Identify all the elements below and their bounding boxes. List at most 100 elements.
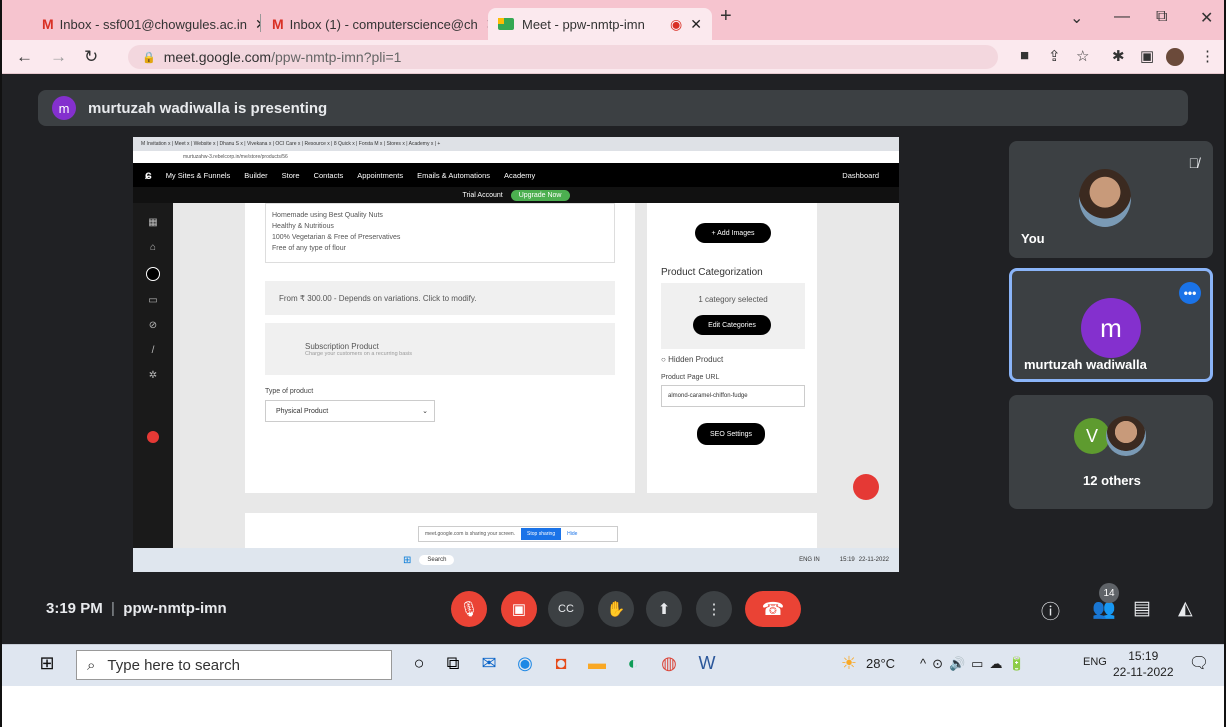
sidepanel-icon[interactable]: ▣ [1140, 47, 1154, 65]
edge-icon[interactable]: ◐ [620, 653, 646, 674]
taskbar-search[interactable]: ⌕ Type here to search [76, 650, 392, 680]
system-tray-icons[interactable]: ^⊙🔊▭☁🔋 [920, 656, 1031, 672]
tab-meet[interactable]: Meet - ppw-nmtp-imn ◉ ✕ [488, 8, 712, 40]
brush-icon: / [151, 345, 155, 356]
nav-appointments: Appointments [357, 170, 404, 180]
camera-icon[interactable]: ■ [1020, 47, 1029, 64]
add-images-button: + Add Images [695, 223, 771, 243]
stop-sharing-button: Stop sharing [521, 528, 562, 540]
presenting-text: murtuzah wadiwalla is presenting [88, 99, 328, 117]
more-options-icon[interactable]: ••• [1179, 282, 1201, 304]
camera-toggle-button[interactable]: ▣ [501, 591, 537, 627]
minimize-icon[interactable]: — [1114, 8, 1130, 26]
language-indicator[interactable]: ENG [1083, 656, 1107, 668]
type-select: Physical Product ⌄ [265, 400, 435, 422]
edge-old-icon[interactable]: ◉ [512, 653, 538, 674]
end-call-button[interactable]: ☎ [745, 591, 801, 627]
more-options-button[interactable]: ⋮ [696, 591, 732, 627]
restore-icon[interactable]: ⧉ [1156, 8, 1167, 26]
chat-icon[interactable]: ▤ [1133, 597, 1151, 620]
raise-hand-button[interactable]: ✋ [598, 591, 634, 627]
profile-avatar[interactable] [1166, 48, 1184, 66]
basket-icon: ⌂ [149, 242, 157, 253]
presenter-avatar: m [52, 96, 76, 120]
trial-banner: Trial Account Upgrade Now [133, 187, 899, 203]
presenting-banner: m murtuzah wadiwalla is presenting [38, 90, 1188, 126]
gmail-icon: M [272, 16, 284, 32]
activities-icon[interactable]: ◭ [1178, 597, 1193, 620]
bookmark-star-icon[interactable]: ☆ [1076, 47, 1089, 65]
meet-icon [498, 18, 514, 30]
mail-icon[interactable]: ✉ [476, 653, 502, 674]
tab-inbox-computerscience[interactable]: M Inbox (1) - computerscience@ch ✕ [262, 8, 488, 40]
extensions-icon[interactable]: ✱ [1112, 47, 1125, 65]
people-count-badge: 14 [1099, 583, 1119, 603]
hidden-product-toggle: ○ Hidden Product [661, 355, 724, 364]
meeting-details-icon[interactable]: ⓘ [1041, 597, 1060, 624]
price-box: From ₹ 300.00 - Depends on variations. C… [265, 281, 615, 315]
office-icon[interactable]: ◘ [548, 653, 574, 674]
cortana-icon[interactable]: ○ [406, 653, 432, 674]
other-avatar-v: V [1074, 418, 1110, 454]
murtuzah-avatar: m [1081, 298, 1141, 358]
type-label: Type of product [265, 388, 314, 395]
more-menu-icon[interactable]: ⋮ [1200, 47, 1215, 65]
present-button[interactable]: ⬆ [646, 591, 682, 627]
back-icon[interactable]: ← [16, 47, 33, 67]
tile-you[interactable]: 🎙̸ You [1009, 141, 1213, 258]
file-explorer-icon[interactable]: ▬ [584, 653, 610, 674]
seo-settings-button: SEO Settings [697, 423, 765, 445]
chrome-icon[interactable]: ◍ [656, 653, 682, 674]
upgrade-now-button: Upgrade Now [510, 189, 570, 201]
taskbar-clock[interactable]: 15:19 22-11-2022 [1113, 648, 1174, 680]
chat-bubble-icon [853, 474, 879, 500]
close-icon[interactable]: ✕ [690, 16, 702, 33]
shared-lang: ENG IN [799, 557, 820, 563]
word-icon[interactable]: W [694, 653, 720, 674]
window-close-icon[interactable]: ✕ [1200, 8, 1213, 28]
nav-contacts: Contacts [313, 170, 344, 180]
browser-tab-bar: M Inbox - ssf001@chowgules.ac.in ✕ M Inb… [2, 0, 1224, 40]
tab-inbox-ssf001[interactable]: M Inbox - ssf001@chowgules.ac.in ✕ [32, 8, 260, 40]
search-icon: ⌕ [87, 656, 96, 674]
forward-icon[interactable]: → [50, 47, 67, 67]
shared-screen: M Invitation x | Meet x | Website x | Dh… [133, 137, 899, 572]
active-nav-icon [146, 267, 160, 281]
task-view-icon[interactable]: ⧉ [440, 653, 466, 674]
url-field[interactable]: 🔒 meet.google.com/ppw-nmtp-imn?pli=1 [128, 45, 998, 69]
nav-emails: Emails & Automations [417, 170, 491, 180]
share-icon[interactable]: ⇪ [1048, 47, 1061, 65]
shared-url: murtuzahw-3.rebelcorp.in/me/store/produc… [133, 151, 899, 163]
chevron-down-icon: ⌄ [422, 408, 428, 415]
reload-icon[interactable]: ↻ [84, 47, 98, 67]
monitor-icon: ▭ [148, 295, 158, 306]
shared-search: Search [419, 555, 455, 565]
site-logo: ɕ [145, 168, 152, 182]
tab-separator [260, 14, 261, 32]
shared-clock-time: 15:19 [839, 557, 855, 563]
mic-toggle-button[interactable]: 🎙 [451, 591, 487, 627]
notifications-icon[interactable]: 🗨 [1186, 653, 1212, 673]
captions-button[interactable]: CC [548, 591, 584, 627]
page-url-field: almond-caramel-chiffon-fudge [661, 385, 805, 407]
windows-start-icon[interactable]: ⊞ [34, 653, 60, 674]
tile-others[interactable]: 12 others [1009, 395, 1213, 509]
lock-icon: 🔒 [142, 51, 156, 64]
new-tab-button[interactable]: + [720, 5, 732, 28]
product-left-card: Homemade using Best Quality Nuts Healthy… [245, 203, 635, 493]
help-icon [147, 431, 159, 443]
nav-academy: Academy [504, 170, 536, 180]
nav-dashboard: Dashboard [842, 170, 879, 180]
hide-button: Hide [567, 531, 578, 537]
grid-icon: ▦ [148, 217, 158, 228]
shared-taskbar: ⊞ Search ENG IN 15:19 22-11-2022 [133, 548, 899, 572]
page-url-label: Product Page URL [661, 374, 720, 381]
shared-top-nav: ɕ My Sites & Funnels Builder Store Conta… [133, 163, 899, 187]
tab-search-icon[interactable]: ⌄ [1070, 8, 1083, 28]
shared-tab-strip: M Invitation x | Meet x | Website x | Dh… [133, 137, 899, 151]
tag-icon: ⊘ [148, 320, 158, 331]
shared-content: Homemade using Best Quality Nuts Healthy… [173, 203, 899, 553]
nav-builder: Builder [244, 170, 268, 180]
nav-my-sites: My Sites & Funnels [165, 170, 231, 180]
address-bar-row: ← → ↻ 🔒 meet.google.com/ppw-nmtp-imn?pli… [2, 40, 1224, 74]
